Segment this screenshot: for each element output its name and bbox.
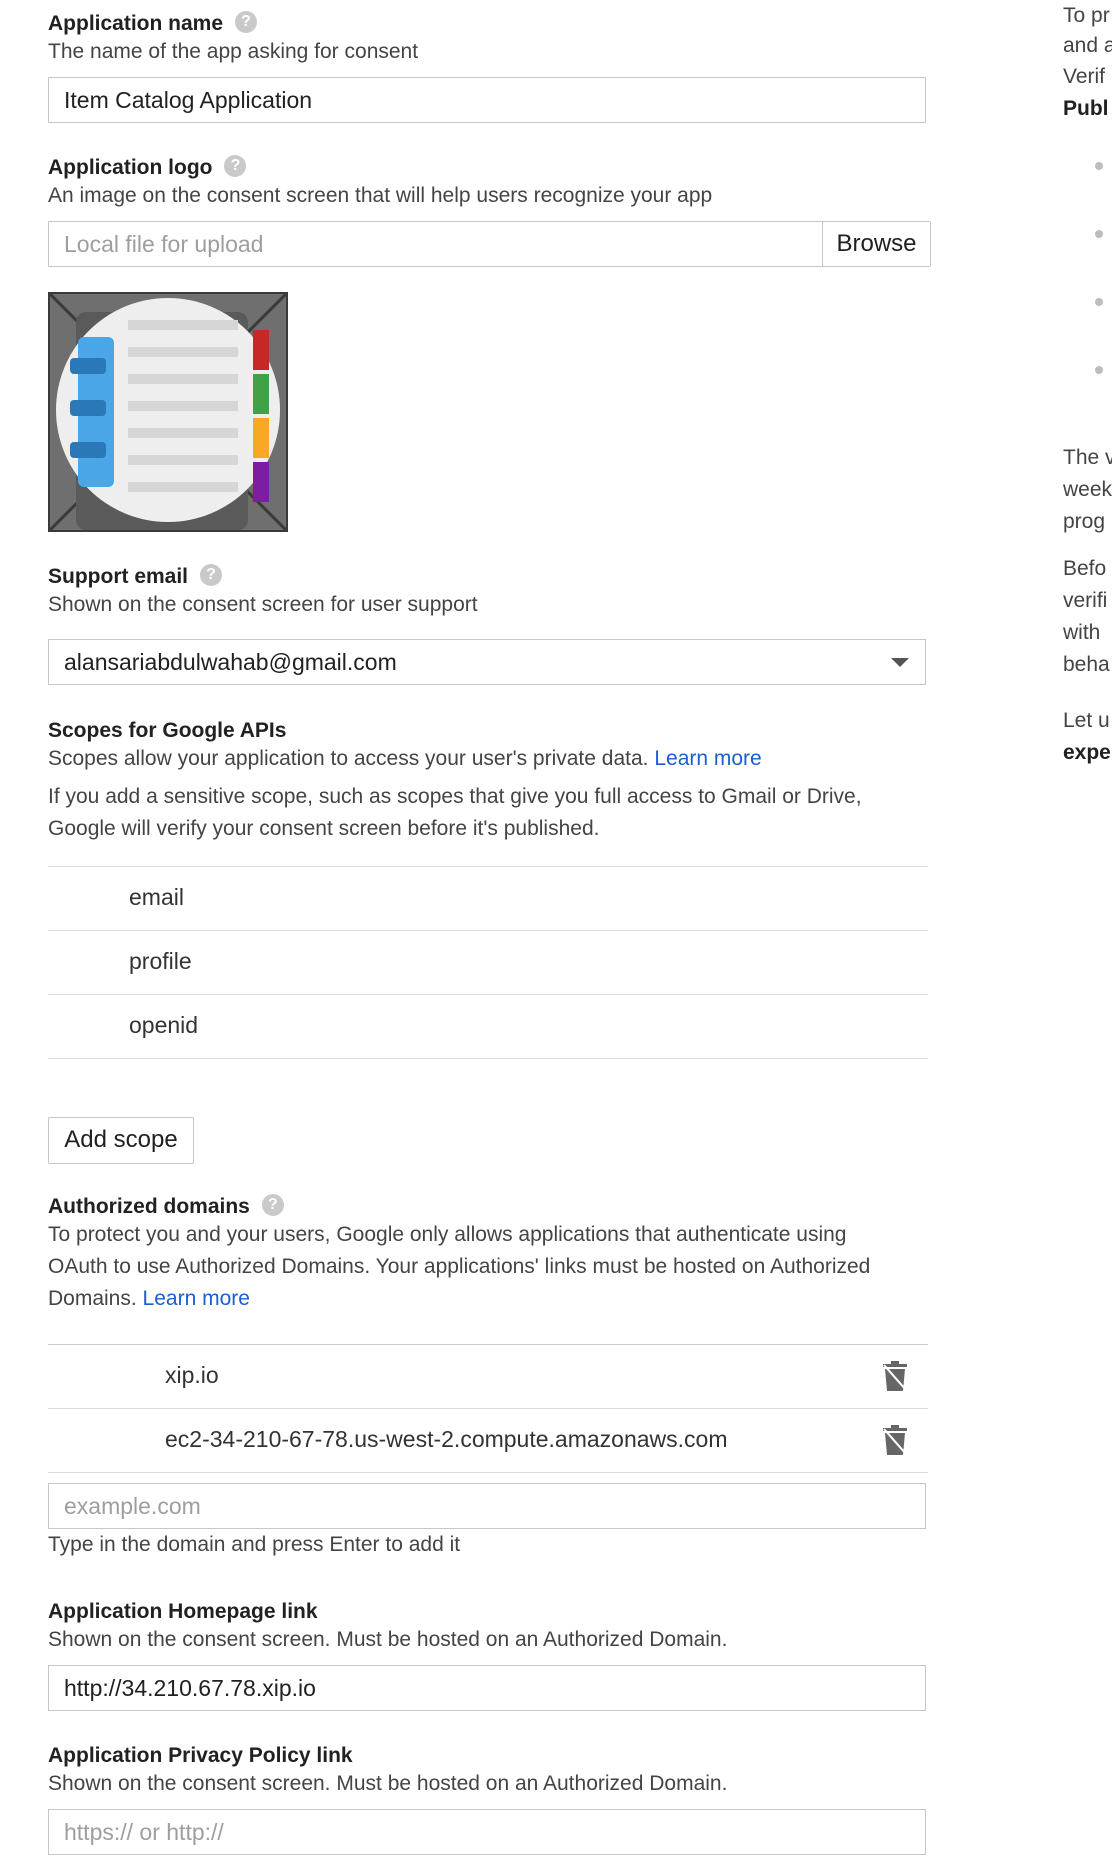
side-text-line: To pr [1063,4,1110,27]
privacy-link-label: Application Privacy Policy link [48,1744,353,1767]
bullet-icon [1095,162,1103,170]
scope-row: openid [48,995,928,1059]
side-text-line: verifi [1063,589,1108,612]
side-text-line: prog [1063,510,1106,533]
scopes-note-line1: If you add a sensitive scope, such as sc… [48,785,862,808]
support-email-description: Shown on the consent screen for user sup… [48,593,478,616]
privacy-link-description: Shown on the consent screen. Must be hos… [48,1772,728,1795]
support-email-select[interactable]: alansariabdulwahab@gmail.com [48,639,926,685]
logo-file-placeholder: Local file for upload [64,231,264,257]
support-email-label-text: Support email [48,565,189,588]
bullet-icon [1095,298,1103,306]
logo-file-input[interactable]: Local file for upload [48,221,823,267]
side-text-line: Verif [1063,65,1106,88]
side-text-bold: Publ [1063,97,1109,120]
help-icon[interactable]: ? [235,11,258,34]
authorized-domains-desc-line1: To protect you and your users, Google on… [48,1223,847,1246]
scopes-label: Scopes for Google APIs [48,719,287,742]
privacy-link-placeholder: https:// or http:// [64,1819,224,1845]
scope-name: profile [129,948,192,974]
side-text-line: with [1063,621,1101,644]
app-name-label: Application name? [48,11,258,37]
authorized-domains-desc-line2: OAuth to use Authorized Domains. Your ap… [48,1255,871,1278]
add-scope-button[interactable]: Add scope [48,1117,194,1164]
bullet-icon [1095,366,1103,374]
delete-icon[interactable] [882,1425,908,1455]
scope-name: openid [129,1012,199,1038]
domain-name: xip.io [165,1362,219,1388]
scopes-note-line2: Google will verify your consent screen b… [48,817,600,840]
app-logo-description: An image on the consent screen that will… [48,184,713,207]
side-text-line: Befo [1063,557,1107,580]
app-logo-image [46,290,290,534]
side-text-line: and a [1063,34,1112,57]
support-email-label: Support email? [48,564,223,590]
delete-icon[interactable] [882,1361,908,1391]
app-logo-label-text: Application logo [48,156,213,179]
homepage-link-description: Shown on the consent screen. Must be hos… [48,1628,728,1651]
domain-input-placeholder: example.com [64,1493,201,1519]
homepage-link-input[interactable]: http://34.210.67.78.xip.io [48,1665,926,1711]
authorized-domains-desc-line3: Domains. Learn more [48,1283,250,1315]
app-logo-preview [46,290,290,534]
side-text-line: The v [1063,446,1112,469]
scope-name: email [129,884,184,910]
domain-row: xip.io [48,1345,928,1409]
homepage-link-label: Application Homepage link [48,1600,318,1623]
domains-learn-more-link[interactable]: Learn more [143,1287,250,1310]
authorized-domains-label-text: Authorized domains [48,1195,250,1218]
domain-name: ec2-34-210-67-78.us-west-2.compute.amazo… [165,1426,728,1452]
scopes-description: Scopes allow your application to access … [48,743,762,775]
authorized-domains-label: Authorized domains? [48,1194,284,1220]
side-text-bold: expe [1063,741,1111,764]
app-name-label-text: Application name [48,12,224,35]
app-name-value: Item Catalog Application [64,87,313,113]
authorized-domains-desc-text: Domains. [48,1287,137,1310]
side-link[interactable]: Let u [1063,705,1110,737]
help-icon[interactable]: ? [224,155,247,178]
support-email-value: alansariabdulwahab@gmail.com [64,649,397,675]
domain-input[interactable]: example.com [48,1483,926,1529]
side-text-line: beha [1063,653,1110,676]
app-name-description: The name of the app asking for consent [48,40,419,63]
scopes-description-text: Scopes allow your application to access … [48,747,649,770]
side-text-line: week [1063,478,1112,501]
scope-row: profile [48,931,928,995]
app-name-input[interactable]: Item Catalog Application [48,77,926,123]
bullet-icon [1095,230,1103,238]
homepage-link-value: http://34.210.67.78.xip.io [64,1675,316,1701]
app-logo-label: Application logo? [48,155,247,181]
help-icon[interactable]: ? [200,564,223,587]
help-icon[interactable]: ? [261,1194,284,1217]
scope-row: email [48,867,928,931]
domain-hint: Type in the domain and press Enter to ad… [48,1533,461,1556]
chevron-down-icon [891,658,909,667]
browse-button[interactable]: Browse [822,221,931,267]
scopes-learn-more-link[interactable]: Learn more [654,747,761,770]
domain-row: ec2-34-210-67-78.us-west-2.compute.amazo… [48,1409,928,1473]
privacy-link-input[interactable]: https:// or http:// [48,1809,926,1855]
